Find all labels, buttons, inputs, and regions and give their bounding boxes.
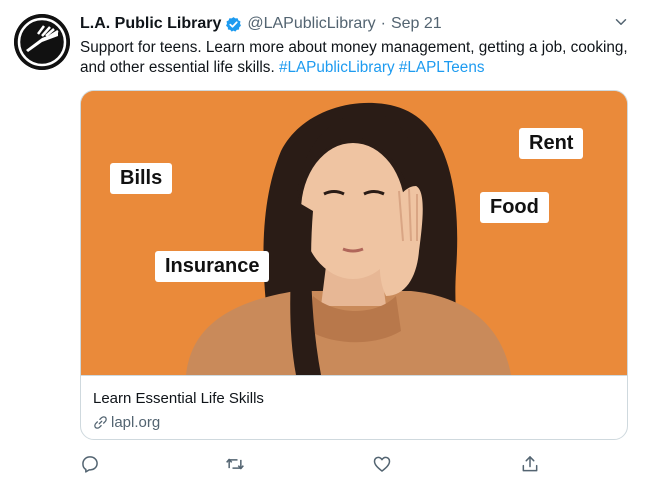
tag-rent: Rent [519,128,584,159]
reply-icon [82,456,98,473]
more-options-chevron-down-icon[interactable] [612,13,630,31]
link-card[interactable]: Bills Insurance Rent Food Learn Essentia… [80,90,628,440]
hashtag-laplteens[interactable]: #LAPLTeens [399,59,485,76]
tag-food: Food [480,192,549,223]
tweet[interactable]: L.A. Public Library @LAPublicLibrary · S… [0,0,648,486]
link-icon [94,416,107,429]
tweet-actions [80,454,550,476]
tag-insurance: Insurance [155,251,270,282]
tweet-text: Support for teens. Learn more about mone… [80,38,628,78]
hashtag-lapubliclibrary[interactable]: #LAPublicLibrary [279,59,395,76]
share-icon [522,456,538,472]
profile-avatar[interactable] [14,14,70,70]
tweet-date[interactable]: Sep 21 [391,15,442,33]
card-domain-text: lapl.org [111,414,161,431]
separator-dot: · [380,15,386,32]
display-name[interactable]: L.A. Public Library [80,15,221,33]
card-domain[interactable]: lapl.org [93,414,160,431]
handle[interactable]: @LAPublicLibrary [247,15,375,33]
verified-badge-icon [225,16,242,33]
card-image[interactable]: Bills Insurance Rent Food [81,91,627,375]
tweet-header: L.A. Public Library @LAPublicLibrary · S… [80,13,442,35]
share-button[interactable] [520,454,542,476]
tag-bills: Bills [110,163,173,194]
heart-icon [373,456,391,472]
reply-button[interactable] [80,454,102,476]
like-button[interactable] [372,454,394,476]
library-logo-icon [14,14,70,70]
card-meta[interactable]: Learn Essential Life Skills lapl.org [81,375,627,439]
retweet-icon [226,458,244,470]
card-title[interactable]: Learn Essential Life Skills [93,390,264,407]
retweet-button[interactable] [224,454,246,476]
